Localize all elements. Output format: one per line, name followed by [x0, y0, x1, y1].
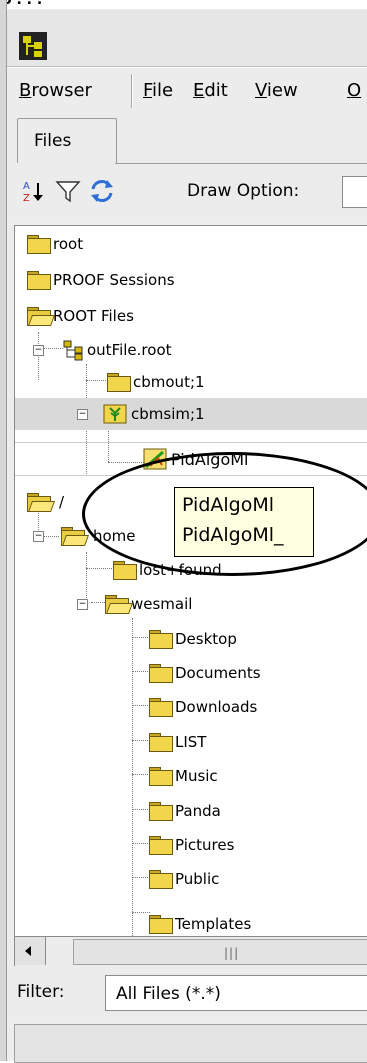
tree-item-label: cbmout;1 [133, 373, 205, 391]
scroll-left-button[interactable] [15, 937, 46, 965]
tree-item-label: / [59, 493, 65, 511]
folder-icon [113, 561, 137, 580]
title-bar [7, 10, 367, 67]
open-folder-icon [105, 595, 134, 614]
tree-item-panda[interactable]: Panda [15, 795, 367, 827]
open-folder-icon [61, 527, 90, 546]
folder-icon [149, 733, 173, 752]
menu-options[interactable]: O [347, 80, 361, 101]
status-bar [14, 1024, 367, 1063]
clipped-window-title: o . . . [0, 0, 367, 9]
tree-item-outfile-root[interactable]: − outFile.root [15, 334, 367, 366]
menu-browser[interactable]: Browser [19, 80, 92, 101]
tree-item-label: ROOT Files [53, 307, 134, 325]
tab-files-label: Files [34, 131, 72, 151]
tree-item-label: Music [175, 767, 218, 785]
highlight-ellipse-annotation [82, 452, 367, 576]
toolbar: A Z Draw Option: [7, 164, 367, 220]
collapse-toggle-icon[interactable]: − [77, 599, 88, 610]
arrow-left-icon [25, 946, 31, 956]
tree-item-pictures[interactable]: Pictures [15, 829, 367, 861]
tree-item-label: Documents [175, 664, 261, 682]
filter-funnel-icon[interactable] [55, 178, 81, 204]
horizontal-scrollbar[interactable]: ||| [14, 936, 367, 968]
tree-item-music[interactable]: Music [15, 760, 367, 792]
tree-item-templates[interactable]: Templates [15, 898, 367, 934]
filter-label: Filter: [17, 982, 65, 1002]
svg-text:A: A [23, 181, 30, 192]
tree-item-documents[interactable]: Documents [15, 657, 367, 689]
tree-item-label: Pictures [175, 836, 235, 854]
tree-item-cbmout[interactable]: cbmout;1 [15, 366, 367, 398]
tree-item-root-files[interactable]: ROOT Files [15, 300, 367, 332]
folder-icon [149, 767, 173, 786]
refresh-icon[interactable] [89, 178, 115, 204]
tree-item-label: Public [175, 870, 220, 888]
tree-item-label: Templates [175, 915, 252, 933]
folder-icon [149, 630, 173, 649]
tree-item-label: PROOF Sessions [53, 271, 175, 289]
tree-item-public[interactable]: Public [15, 863, 367, 895]
tree-item-label: outFile.root [87, 341, 172, 359]
folder-icon [149, 802, 173, 821]
tree-item-wesmail[interactable]: − wesmail [15, 588, 367, 620]
folder-icon [149, 915, 173, 934]
tree-item-label: root [53, 235, 84, 253]
tree-item-root[interactable]: root [15, 228, 367, 260]
tree-item-cbmsim[interactable]: − cbmsim;1 [15, 398, 367, 430]
root-browser-window: o . . . Browser File Edit View O Files A… [0, 0, 367, 1063]
folder-icon [149, 698, 173, 717]
open-folder-icon [27, 307, 56, 326]
root-app-icon [19, 32, 47, 60]
tree-item-downloads[interactable]: Downloads [15, 691, 367, 723]
tree-item-label: Desktop [175, 630, 237, 648]
left-window-border [0, 0, 7, 1061]
folder-icon [107, 373, 131, 392]
collapse-toggle-icon[interactable]: − [77, 409, 88, 420]
folder-icon [149, 836, 173, 855]
collapse-toggle-icon[interactable]: − [33, 345, 44, 356]
tree-item-label: wesmail [131, 595, 193, 613]
menu-file[interactable]: File [143, 80, 173, 101]
folder-icon [27, 271, 51, 290]
menu-view[interactable]: View [255, 80, 298, 101]
draw-option-input[interactable] [342, 176, 367, 208]
tree-object-icon [103, 404, 127, 424]
svg-text:Z: Z [23, 193, 30, 204]
folder-icon [149, 870, 173, 889]
menu-separator [131, 74, 133, 108]
tree-item-label: Panda [175, 802, 221, 820]
draw-option-label: Draw Option: [187, 181, 300, 201]
tree-item-label: cbmsim;1 [131, 405, 205, 423]
grip-icon: ||| [224, 946, 240, 960]
tree-item-label: LIST [175, 733, 207, 751]
file-tree[interactable]: root PROOF Sessions ROOT Files − outFile… [14, 225, 367, 937]
menu-edit[interactable]: Edit [193, 80, 228, 101]
filter-value: All Files (*.*) [116, 984, 221, 1004]
tree-item-proof-sessions[interactable]: PROOF Sessions [15, 264, 367, 296]
scroll-thumb[interactable]: ||| [73, 939, 367, 965]
tree-item-list[interactable]: LIST [15, 726, 367, 758]
sort-az-icon[interactable]: A Z [21, 178, 47, 204]
tab-bar: Files [7, 114, 367, 164]
menu-bar: Browser File Edit View O [7, 67, 367, 115]
tree-item-desktop[interactable]: Desktop [15, 623, 367, 655]
folder-icon [149, 664, 173, 683]
tab-files[interactable]: Files [17, 118, 117, 163]
folder-icon [27, 235, 51, 254]
root-file-icon [63, 340, 83, 361]
collapse-toggle-icon[interactable]: − [33, 531, 44, 542]
filter-bar: Filter: All Files (*.*) [7, 966, 367, 1018]
tree-item-label: Downloads [175, 698, 258, 716]
open-folder-icon [27, 493, 56, 512]
filter-combobox[interactable]: All Files (*.*) [105, 975, 367, 1011]
